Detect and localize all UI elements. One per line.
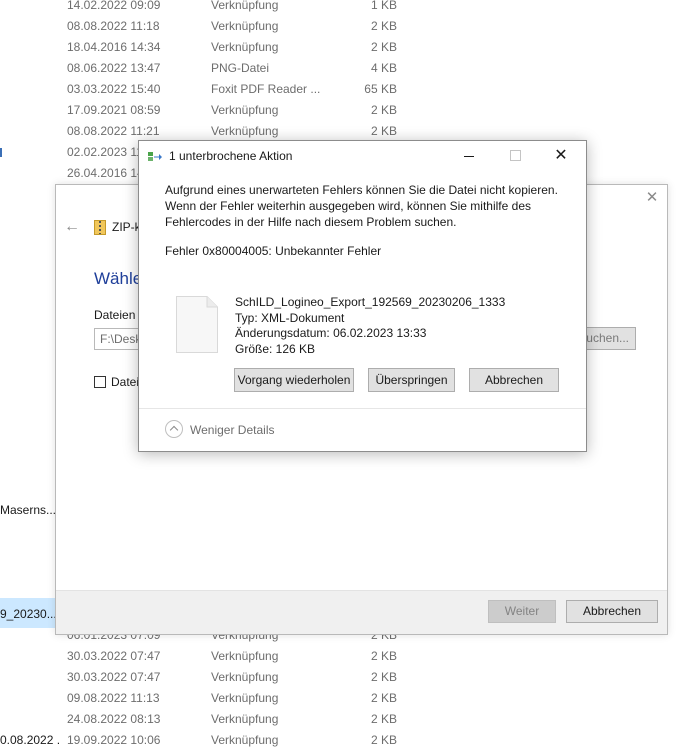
error-message: Aufgrund eines unerwarteten Fehlers könn… [165,182,565,230]
file-type: Verknüpfung [211,733,279,747]
file-row[interactable]: 24.08.2022 08:13 Verknüpfung 2 KB [0,709,692,730]
file-size: 1 KB [370,0,397,12]
maximize-icon [492,141,538,171]
file-type: PNG-Datei [211,61,270,75]
file-modified: Änderungsdatum: 06.02.2023 13:33 [235,326,427,340]
file-type: Verknüpfung [211,103,279,117]
file-date: 24.08.2022 08:13 [67,712,161,726]
browse-button[interactable]: uchen... [581,327,636,350]
file-row[interactable]: 0.08.2022 ... 19.09.2022 10:06 Verknüpfu… [0,730,692,751]
file-type: Verknüpfung [211,40,279,54]
file-name-truncated[interactable]: Maserns... [0,503,56,517]
file-type: Verknüpfung [211,0,279,12]
file-size: 2 KB [370,670,397,684]
minimize-icon[interactable] [446,141,492,171]
file-type: Verknüpfung [211,124,279,138]
file-type: Verknüpfung [211,712,279,726]
file-date: 30.03.2022 07:47 [67,649,161,663]
file-details: SchILD_Logineo_Export_192569_20230206_13… [235,295,505,357]
message-line: Fehlercodes in der Hilfe nach diesem Pro… [165,215,457,229]
file-date: 09.08.2022 11:13 [67,691,160,705]
file-row[interactable]: 14.02.2022 09:09 Verknüpfung 1 KB [0,0,692,16]
file-row[interactable]: 18.04.2016 14:34 Verknüpfung 2 KB [0,37,692,58]
file-name: 0.08.2022 ... [0,733,60,747]
file-name: SchILD_Logineo_Export_192569_20230206_13… [235,295,506,309]
file-row[interactable]: 03.03.2022 15:40 Foxit PDF Reader ... 65… [0,79,692,100]
file-row[interactable]: 30.03.2022 07:47 Verknüpfung 2 KB [0,667,692,688]
file-size: 2 KB [370,19,397,33]
dialog-title: 1 unterbrochene Aktion [169,149,293,163]
file-date: 19.09.2022 10:06 [67,733,161,747]
file-type: Verknüpfung [211,670,279,684]
file-type: Typ: XML-Dokument [235,310,345,325]
file-type: Verknüpfung [211,691,279,705]
next-button[interactable]: Weiter [488,600,556,623]
error-code: Fehler 0x80004005: Unbekannter Fehler [165,244,382,258]
copy-progress-icon [148,152,162,161]
file-type: Verknüpfung [211,19,279,33]
file-size: 65 KB [364,82,397,96]
file-date: 03.03.2022 15:40 [67,82,161,96]
file-row[interactable]: 30.03.2022 07:47 Verknüpfung 2 KB [0,646,692,667]
file-type: Verknüpfung [211,649,279,663]
chevron-up-icon[interactable] [165,420,183,438]
file-size: Größe: 126 KB [235,341,316,356]
file-row[interactable]: 08.08.2022 11:18 Verknüpfung 2 KB [0,16,692,37]
skip-button[interactable]: Überspringen [368,368,455,392]
file-row[interactable]: 08.06.2022 13:47 PNG-Datei 4 KB [0,58,692,79]
back-arrow-icon[interactable]: ← [64,219,80,235]
file-size: 2 KB [370,124,397,138]
file-size: 2 KB [370,712,397,726]
file-date: 08.08.2022 11:18 [67,19,160,33]
file-date: 08.08.2022 11:21 [67,124,160,138]
wizard-cancel-button[interactable]: Abbrechen [566,600,658,623]
zip-folder-icon [94,220,106,235]
cancel-button[interactable]: Abbrechen [469,368,559,392]
wizard-heading: Wähle [94,269,143,288]
file-size: 2 KB [370,40,397,54]
checkbox-label: Datei [111,375,140,389]
interrupted-action-dialog: 1 unterbrochene Aktion ✕ Aufgrund eines … [138,140,587,452]
file-size: 2 KB [370,733,397,747]
document-icon [176,296,218,353]
close-icon[interactable]: ✕ [538,141,584,171]
dialog-titlebar[interactable]: 1 unterbrochene Aktion ✕ [139,141,586,171]
file-type: Foxit PDF Reader ... [211,82,321,96]
file-size: 2 KB [370,691,397,705]
wizard-title: ZIP-k [112,220,141,234]
divider [139,408,586,409]
file-size: 4 KB [370,61,397,75]
file-date: 18.04.2016 14:34 [67,40,161,54]
show-files-checkbox[interactable] [94,376,106,388]
retry-button[interactable]: Vorgang wiederholen [234,368,354,392]
file-name-selected[interactable]: 9_20230... [0,607,57,621]
file-date: 14.02.2022 09:09 [67,0,161,12]
file-date: 17.09.2021 08:59 [67,103,161,117]
wizard-footer: Weiter Abbrechen [56,590,667,634]
file-row[interactable]: 08.08.2022 11:21 Verknüpfung 2 KB [0,121,692,142]
file-date: 08.06.2022 13:47 [67,61,161,75]
less-details-toggle[interactable]: Weniger Details [190,423,274,437]
file-row[interactable]: 17.09.2021 08:59 Verknüpfung 2 KB [0,100,692,121]
message-line: Wenn der Fehler weiterhin ausgegeben wir… [165,199,531,213]
file-size: 2 KB [370,649,397,663]
file-row[interactable]: 09.08.2022 11:13 Verknüpfung 2 KB [0,688,692,709]
close-icon[interactable]: ✕ [645,190,659,205]
file-size: 2 KB [370,103,397,117]
file-date: 30.03.2022 07:47 [67,670,161,684]
message-line: Aufgrund eines unerwarteten Fehlers könn… [165,183,558,197]
